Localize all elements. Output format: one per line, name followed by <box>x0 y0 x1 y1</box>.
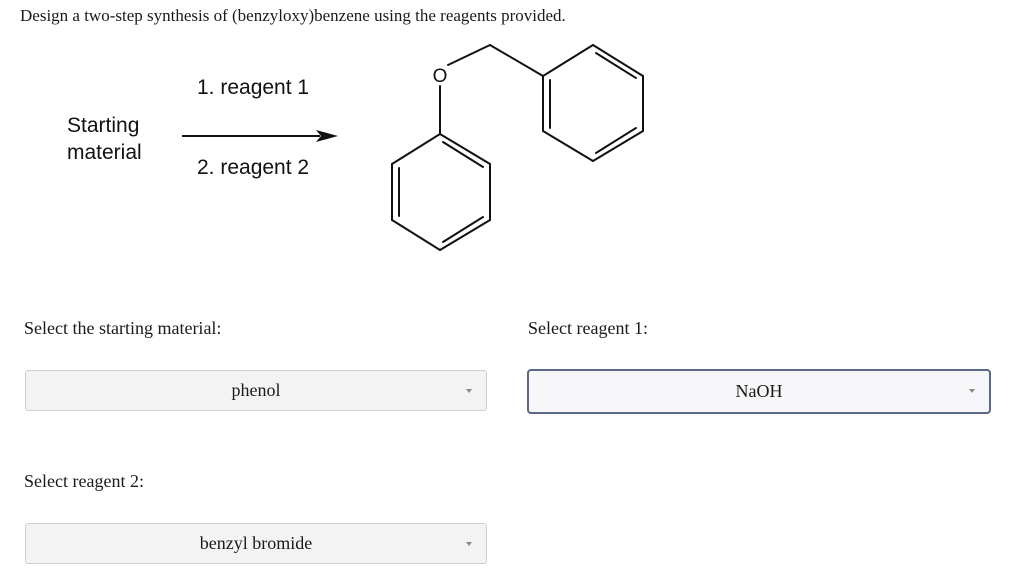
product-bonds <box>391 44 644 251</box>
chevron-down-icon <box>969 389 975 393</box>
reagent1-select[interactable]: NaOH <box>528 370 990 413</box>
starting-material-label-line2: material <box>67 141 142 164</box>
starting-material-select-value: phenol <box>231 380 281 400</box>
reagent2-select[interactable]: benzyl bromide <box>25 523 487 564</box>
reagent2-select-value: benzyl bromide <box>199 533 313 553</box>
chevron-down-icon <box>466 389 472 393</box>
starting-material-label-line1: Starting <box>67 114 140 137</box>
chevron-down-icon <box>466 542 472 546</box>
starting-material-label: Starting material <box>67 112 142 166</box>
step2-label: 2. reagent 2 <box>197 156 310 179</box>
oxygen-atom-label: O <box>433 66 448 87</box>
reaction-arrow-icon <box>182 130 338 142</box>
reagent2-field-label: Select reagent 2: <box>24 471 144 491</box>
starting-material-field-label: Select the starting material: <box>24 318 222 338</box>
reagent1-select-value: NaOH <box>735 381 783 401</box>
step1-label: 1. reagent 1 <box>197 76 310 99</box>
question-text: Design a two-step synthesis of (benzylox… <box>20 6 566 25</box>
reagent1-field-label: Select reagent 1: <box>528 318 648 338</box>
product-structure: O <box>391 44 644 251</box>
starting-material-select[interactable]: phenol <box>25 370 487 411</box>
